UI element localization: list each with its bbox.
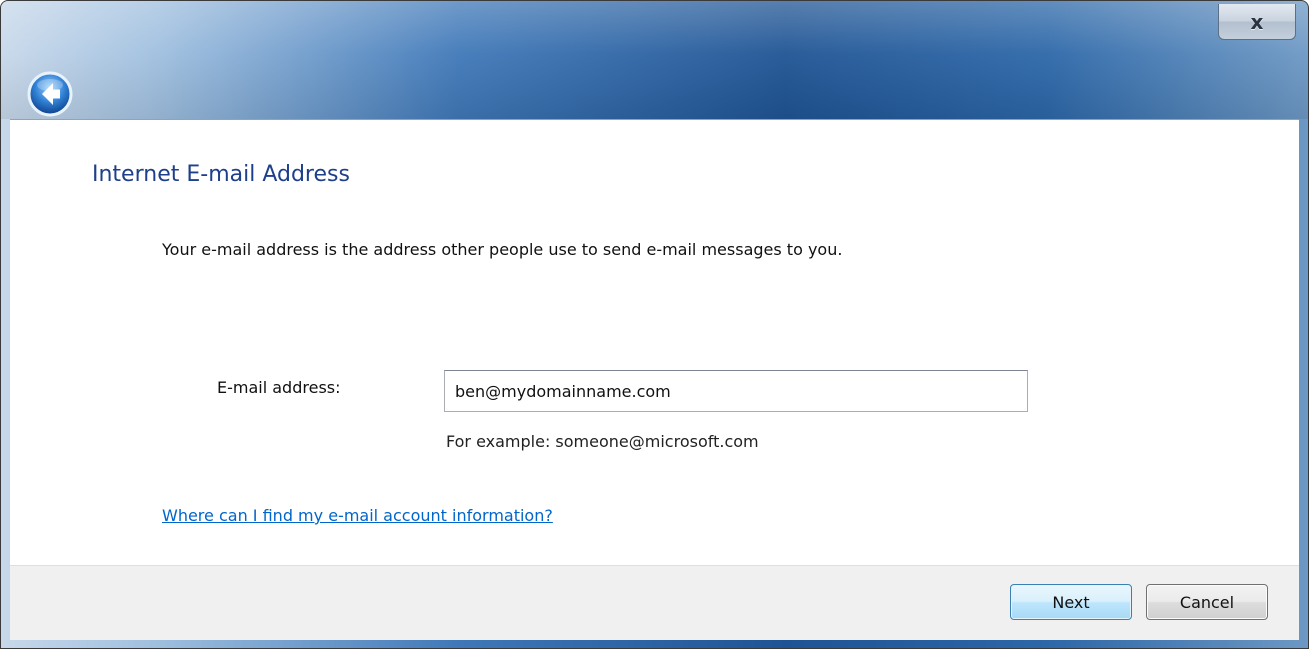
- page-title: Internet E-mail Address: [92, 162, 350, 187]
- page-description: Your e-mail address is the address other…: [162, 240, 843, 259]
- back-button[interactable]: [27, 71, 73, 117]
- email-address-input[interactable]: [444, 370, 1028, 412]
- account-info-help-link[interactable]: Where can I find my e-mail account infor…: [162, 506, 553, 525]
- back-arrow-icon: [27, 71, 73, 117]
- email-address-label: E-mail address:: [217, 378, 341, 397]
- title-bar: [1, 1, 1308, 119]
- dialog-window: x Internet E-mail Address Your e-mail ad…: [0, 0, 1309, 649]
- close-button[interactable]: x: [1218, 4, 1296, 40]
- close-icon: x: [1250, 9, 1264, 34]
- cancel-button[interactable]: Cancel: [1146, 584, 1268, 620]
- next-button[interactable]: Next: [1010, 584, 1132, 620]
- dialog-footer: Next Cancel: [10, 565, 1299, 640]
- content-panel: Internet E-mail Address Your e-mail addr…: [10, 119, 1299, 566]
- email-example-hint: For example: someone@microsoft.com: [446, 432, 759, 451]
